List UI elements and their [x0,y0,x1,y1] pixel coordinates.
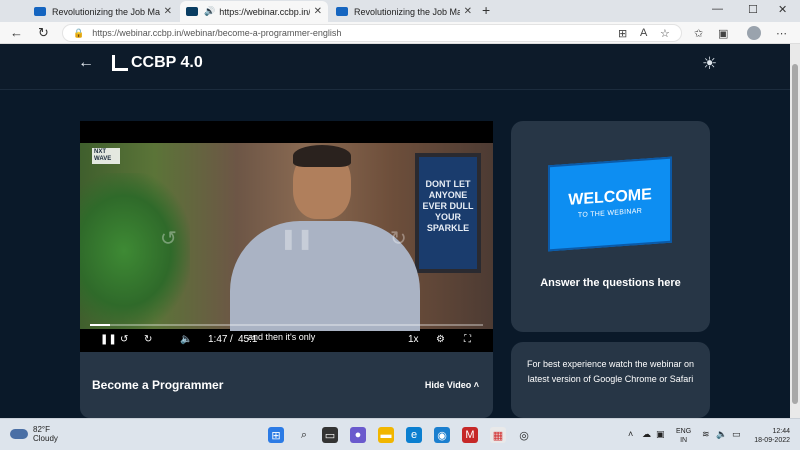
welcome-banner: WELCOME TO THE WEBINAR [548,156,672,252]
mcafee-icon[interactable]: M [462,427,478,443]
site-header: ← CCBP 4.0 ☀ [0,44,790,90]
maximize-button[interactable]: ☐ [748,3,758,16]
forward-10-icon[interactable]: ↻ [144,334,152,345]
pause-icon[interactable]: ❚❚ [100,334,117,345]
edge-browser-icon[interactable]: e [406,427,422,443]
video-title: Become a Programmer [92,378,224,392]
logo-text: CCBP 4.0 [131,54,203,71]
weather-condition: Cloudy [33,434,58,443]
windows-start-icon[interactable]: ⊞ [268,427,284,443]
volume-icon[interactable]: 🔈 [716,429,727,440]
fullscreen-icon[interactable]: ⛶ [464,334,471,345]
store-icon[interactable]: ▦ [490,427,506,443]
app-circle-icon[interactable]: ◎ [516,427,532,443]
battery-icon[interactable]: ▭ [732,429,741,440]
mcafee-tray-icon[interactable]: ▣ [656,429,665,440]
weather-widget[interactable]: 82°F Cloudy [10,425,58,443]
more-menu-icon[interactable]: ⋯ [776,27,787,40]
browser-tab-2[interactable]: 🔊 https://webinar.ccbp.in/web ✕ [180,1,328,22]
onedrive-cloud-icon[interactable]: ☁ [642,429,651,440]
favorite-add-icon[interactable]: ☆ [660,27,670,40]
playback-speed-button[interactable]: 1x [408,334,419,345]
page-scrollbar[interactable] [790,44,800,418]
speaker-hair [293,145,351,167]
site-favicon-icon [186,7,198,16]
profile-avatar[interactable] [747,26,761,40]
browser-tab-1[interactable]: Revolutionizing the Job Market | ✕ [28,1,178,22]
ccbp-logo[interactable]: CCBP 4.0 [112,54,203,72]
window-close-button[interactable]: ✕ [778,3,787,16]
task-view-icon[interactable]: ▭ [322,427,338,443]
browser-address-bar: ← ↻ 🔒 https://webinar.ccbp.in/webinar/be… [0,22,800,44]
search-icon[interactable]: ⌕ [296,427,312,443]
wifi-icon[interactable]: ≋ [702,429,710,440]
read-aloud-icon[interactable]: A [640,27,647,39]
language-code: ENG [676,428,692,435]
windows-taskbar: 82°F Cloudy ⊞ ⌕ ▭ ● ▬ e ◉ M ▦ ◎ ˄ ☁ ▣ EN… [0,418,800,450]
browser-tip-card: For best experience watch the webinar on… [511,342,710,418]
favorites-icon[interactable]: ✩ [694,27,703,40]
close-tab-icon[interactable]: ✕ [164,6,172,17]
chevron-up-icon: ˄ [473,380,479,390]
site-favicon-icon [34,7,46,16]
volume-icon[interactable]: 🔈 [180,334,192,345]
hide-video-label: Hide Video [424,380,472,390]
url-input[interactable]: 🔒 https://webinar.ccbp.in/webinar/become… [62,24,682,42]
back-arrow-icon[interactable]: ← [10,25,23,40]
clock-time: 12:44 [772,428,790,435]
url-text: https://webinar.ccbp.in/webinar/become-a… [92,28,342,38]
system-clock[interactable]: 12:44 18-09-2022 [752,427,790,445]
lock-icon[interactable]: 🔒 [73,28,84,39]
logo-mark-icon [112,55,128,71]
video-progress-played [90,324,110,326]
file-explorer-icon[interactable]: ▬ [378,427,394,443]
ghost-pause-icon: ❚❚ [280,228,314,250]
weather-temperature: 82°F [33,425,50,434]
tab-title: Revolutionizing the Job Market | [354,6,460,17]
tray-chevron-up-icon[interactable]: ˄ [628,429,633,439]
tab-title: Revolutionizing the Job Market | [52,6,160,17]
new-tab-button[interactable]: + [482,2,490,18]
nxtwave-watermark: NXT WAVE [92,148,120,164]
time-total: 45:1 [238,334,258,345]
settings-gear-icon[interactable]: ⚙ [436,334,445,345]
welcome-card[interactable]: WELCOME TO THE WEBINAR Answer the questi… [511,121,710,332]
answer-questions-text[interactable]: Answer the questions here [511,277,710,289]
time-current: 1:47 [208,334,228,345]
speaker-icon[interactable]: 🔊 [204,6,215,17]
teams-chat-icon[interactable]: ● [350,427,366,443]
minimize-button[interactable]: — [712,3,723,15]
plant-image [80,173,190,329]
apps-icon[interactable]: ⊞ [618,27,627,40]
close-tab-icon[interactable]: ✕ [314,6,322,17]
hide-video-button[interactable]: Hide Video ˄ [425,380,479,390]
theme-toggle-sun-icon[interactable]: ☀ [702,54,717,74]
chrome-browser-icon[interactable]: ◉ [434,427,450,443]
close-tab-icon[interactable]: ✕ [464,6,472,17]
scrollbar-thumb[interactable] [792,64,798,404]
video-progress-bar[interactable] [90,324,483,326]
browser-tab-3[interactable]: Revolutionizing the Job Market | ✕ [330,1,478,22]
clock-date: 18-09-2022 [754,437,790,444]
site-favicon-icon [336,7,348,16]
language-region: IN [680,437,688,444]
rewind-10-icon[interactable]: ↺ [120,334,128,345]
back-arrow-icon[interactable]: ← [78,54,94,72]
video-player[interactable]: DONT LET ANYONE EVER DULL YOUR SPARKLE N… [80,121,493,352]
time-separator: / [230,334,233,345]
language-indicator[interactable]: ENG IN [676,427,691,445]
collections-icon[interactable]: ▣ [718,27,728,40]
reload-icon[interactable]: ↻ [38,25,49,41]
tab-title: https://webinar.ccbp.in/web [219,6,309,17]
video-title-bar: Become a Programmer Hide Video ˄ [80,352,493,418]
weather-text: 82°F Cloudy [33,425,58,443]
video-controls: ❚❚ ↺ ↻ 🔈 1:47 / 45:1 1x ⚙ ⛶ [80,329,493,352]
browser-tip-text: For best experience watch the webinar on… [526,359,695,384]
cloud-icon [10,429,28,439]
ghost-rewind-icon: ↺ [160,228,177,250]
video-frame[interactable]: DONT LET ANYONE EVER DULL YOUR SPARKLE N… [80,143,493,331]
wall-poster: DONT LET ANYONE EVER DULL YOUR SPARKLE [415,153,481,273]
browser-tab-bar: Revolutionizing the Job Market | ✕ 🔊 htt… [0,0,800,22]
ghost-forward-icon: ↻ [390,228,407,250]
